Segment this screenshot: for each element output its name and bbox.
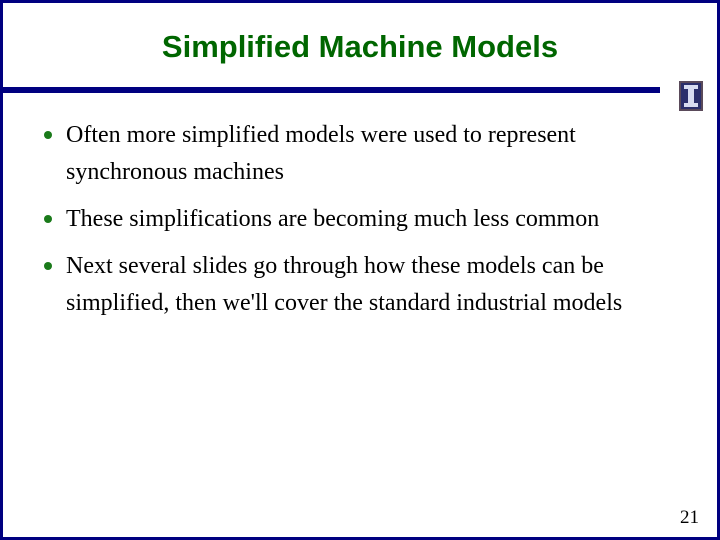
slide: Simplified Machine Models Often more sim… <box>0 0 720 540</box>
bullet-item: Often more simplified models were used t… <box>41 117 701 191</box>
bullet-dot-icon <box>44 215 52 223</box>
university-logo-icon <box>679 81 703 111</box>
block-i-icon <box>684 85 698 107</box>
bullet-list: Often more simplified models were used t… <box>41 117 701 332</box>
bullet-item: Next several slides go through how these… <box>41 248 701 322</box>
bullet-item: These simplifications are becoming much … <box>41 201 701 238</box>
bullet-dot-icon <box>44 131 52 139</box>
bullet-text: Next several slides go through how these… <box>66 253 623 316</box>
title-divider-bar <box>3 87 660 93</box>
bullet-text: Often more simplified models were used t… <box>66 122 576 185</box>
page-number: 21 <box>680 507 699 528</box>
bullet-dot-icon <box>44 262 52 270</box>
bullet-text: These simplifications are becoming much … <box>66 206 600 232</box>
slide-title: Simplified Machine Models <box>161 29 559 64</box>
